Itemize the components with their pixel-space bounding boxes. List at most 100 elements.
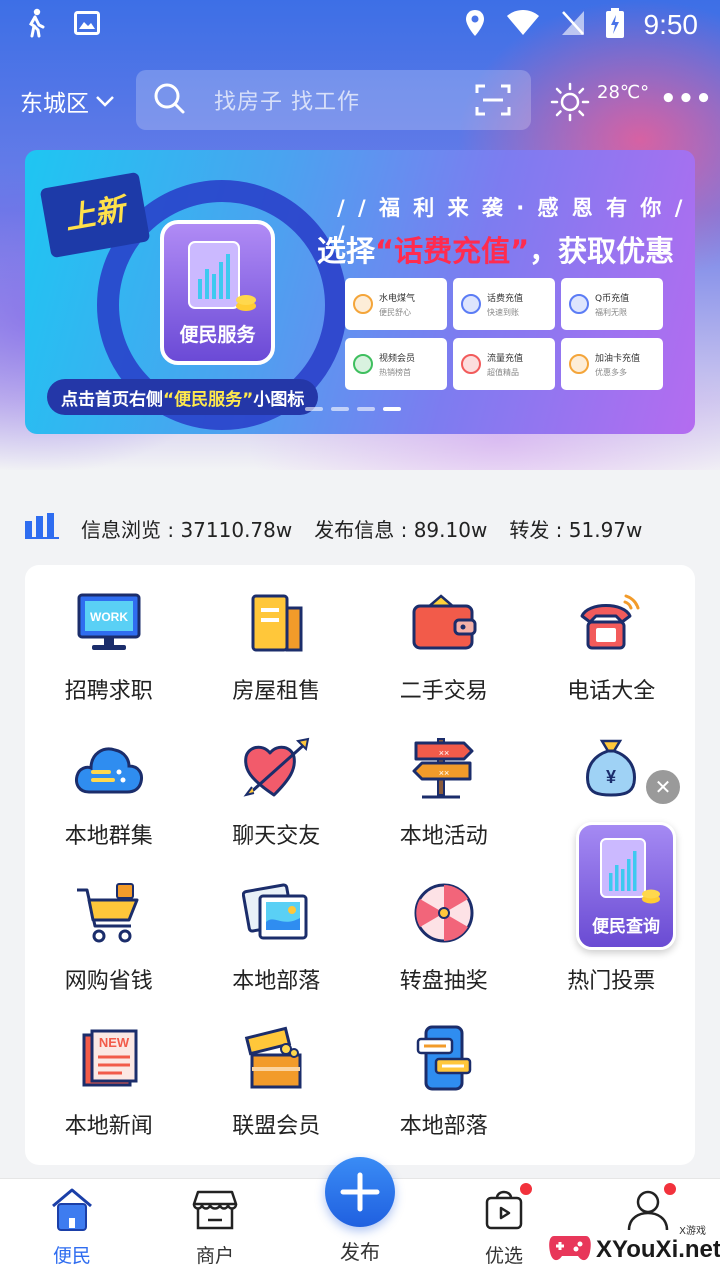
menu-item-label: 网购省钱 (64, 969, 153, 994)
nav-selected-label: 优选 (484, 1245, 523, 1267)
tile-title: 流量充值 (487, 353, 524, 364)
svg-text:NEW: NEW (99, 1035, 130, 1050)
menu-item-label: 二手交易 (399, 679, 488, 704)
carousel-indicator (305, 407, 401, 411)
more-icon[interactable]: ••• (660, 84, 713, 114)
chart-phone-icon (188, 241, 256, 311)
tile-title: 视频会员 (379, 353, 416, 364)
gamepad-logo-icon (548, 1228, 592, 1272)
menu-item[interactable]: 本地群集 (25, 732, 193, 877)
menu-item[interactable]: 二手交易 (360, 587, 528, 732)
notification-badge (518, 1181, 534, 1197)
nav-merchants[interactable]: 商户 (165, 1189, 265, 1268)
tile-icon (569, 354, 589, 374)
promo-banner[interactable]: 上新 便民服务 / / 福 利 来 袭 · 感 恩 有 你 / / 选择“话费充… (25, 150, 695, 434)
banner-tip-highlight: “便民服务” (163, 389, 254, 410)
tile-subtitle: 热销榜首 (379, 367, 411, 377)
wheel-icon (408, 877, 480, 949)
svg-text:××: ×× (438, 748, 449, 758)
building-icon (240, 587, 312, 659)
cloud-chat-icon (73, 732, 145, 804)
banner-tile: 加油卡充值 优惠多多 (561, 338, 663, 390)
banner-tile-grid: 水电煤气 便民舒心 话费充值 快速到账 Q币充值 福利无限 视频会员 热销榜首 流量充值 超值精品… (345, 278, 683, 390)
close-icon[interactable]: ✕ (646, 770, 680, 804)
watermark: XYouXi.net X游戏 (548, 1222, 720, 1278)
shares-stat: 转发 : 51.97w (509, 517, 643, 542)
menu-item[interactable]: 本地部落 (193, 877, 361, 1022)
menu-item[interactable]: 本地部落 (360, 1022, 528, 1167)
menu-item[interactable]: 转盘抽奖 (360, 877, 528, 1022)
menu-item-label: 本地群集 (64, 824, 153, 849)
search-input[interactable]: 找房子 找工作 (136, 70, 531, 130)
banner-title-post: ，获取优惠 (529, 234, 675, 268)
search-placeholder: 找房子 找工作 (214, 90, 360, 115)
tile-icon (353, 294, 373, 314)
menu-item[interactable]: 房屋租售 (193, 587, 361, 732)
nav-selected[interactable]: 优选 (454, 1189, 554, 1268)
chart-phone-icon (600, 838, 660, 904)
tile-title: 加油卡充值 (595, 353, 641, 364)
carousel-dot (357, 407, 375, 411)
battery-icon (605, 8, 624, 42)
tile-subtitle: 快速到账 (487, 307, 519, 317)
work-monitor-icon: WORK (73, 587, 145, 659)
menu-item-label: 联盟会员 (232, 1114, 321, 1139)
tile-icon (569, 294, 589, 314)
svg-text:××: ×× (438, 768, 449, 778)
watermark-text: XYouXi.net (596, 1236, 720, 1263)
watermark-small: X游戏 (679, 1226, 706, 1237)
banner-title: 选择“话费充值”，获取优惠 (317, 228, 674, 270)
menu-item-label: 房屋租售 (232, 679, 321, 704)
district-label: 东城区 (20, 91, 89, 117)
post-button[interactable] (325, 1157, 395, 1227)
newspaper-icon: NEW (73, 1022, 145, 1094)
wifi-icon (506, 10, 540, 40)
tile-icon (461, 294, 481, 314)
tile-icon (353, 354, 373, 374)
menu-item[interactable]: 联盟会员 (193, 1022, 361, 1167)
phone-chat-icon (408, 1022, 480, 1094)
banner-tile: 水电煤气 便民舒心 (345, 278, 447, 330)
image-icon (74, 11, 100, 39)
floating-service-query[interactable]: 便民查询 (576, 822, 676, 950)
scan-icon[interactable] (475, 83, 511, 121)
status-bar: 9:50 (0, 0, 720, 50)
bar-chart-icon (25, 512, 59, 544)
clock-time: 9:50 (643, 9, 699, 40)
menu-item-label: 转盘抽奖 (399, 969, 488, 994)
tile-title: Q币充值 (595, 293, 630, 304)
nav-home[interactable]: 便民 (22, 1188, 122, 1268)
location-icon (464, 9, 486, 41)
gift-box-icon (240, 1022, 312, 1094)
banner-title-pre: 选择 (317, 234, 376, 268)
menu-item-label: 本地活动 (399, 824, 488, 849)
chevron-down-icon (95, 88, 115, 114)
money-bag-icon: ¥ (575, 732, 647, 804)
menu-item[interactable]: ×× ×× 本地活动 (360, 732, 528, 877)
menu-item[interactable]: NEW 本地新闻 (25, 1022, 193, 1167)
nav-home-label: 便民 (52, 1245, 91, 1267)
store-icon (192, 1186, 238, 1237)
banner-title-highlight: “话费充值” (375, 234, 530, 268)
tile-title: 话费充值 (487, 293, 524, 304)
weather-widget[interactable]: 28℃° (549, 80, 649, 126)
tile-subtitle: 超值精品 (487, 367, 519, 377)
photo-icon (240, 877, 312, 949)
shopping-cart-icon (73, 877, 145, 949)
top-bar: 东城区 找房子 找工作 28℃° ••• (0, 70, 720, 130)
posts-stat: 发布信息 : 89.10w (314, 517, 488, 542)
menu-item[interactable]: 聊天交友 (193, 732, 361, 877)
temperature: 28℃° (597, 82, 650, 103)
tile-icon (461, 354, 481, 374)
stats-bar: 信息浏览 : 37110.78w 发布信息 : 89.10w 转发 : 51.9… (25, 510, 642, 546)
menu-item[interactable]: 网购省钱 (25, 877, 193, 1022)
menu-item-label: 聊天交友 (232, 824, 321, 849)
banner-tip-pre: 点击首页右侧 (61, 389, 163, 410)
menu-item[interactable]: WORK 招聘求职 (25, 587, 193, 732)
menu-item-label: 本地部落 (232, 969, 321, 994)
views-stat: 信息浏览 : 37110.78w (81, 517, 293, 542)
service-card-label: 便民服务 (179, 324, 256, 346)
walking-icon (22, 8, 48, 42)
district-selector[interactable]: 东城区 (20, 84, 115, 118)
menu-item[interactable]: 电话大全 (528, 587, 696, 732)
